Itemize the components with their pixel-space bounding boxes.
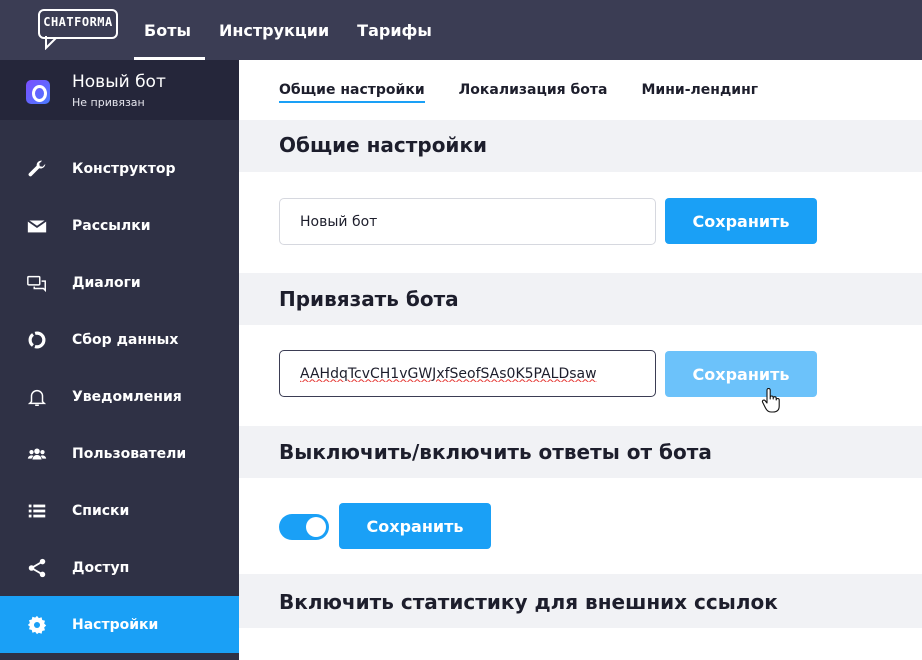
section-general-header: Общие настройки — [239, 120, 922, 172]
logo-bubble-tail-icon — [45, 36, 57, 50]
sidebar-item-dialogs[interactable]: Диалоги — [0, 254, 239, 311]
sidebar-item-label: Рассылки — [72, 217, 151, 234]
main-content: Общие настройки Локализация бота Мини-ле… — [239, 60, 922, 660]
save-token-button[interactable]: Сохранить — [665, 351, 817, 397]
nav-tariffs[interactable]: Тарифы — [343, 0, 446, 60]
sidebar-item-label: Диалоги — [72, 274, 141, 291]
bot-card[interactable]: Новый бот Не привязан — [0, 60, 239, 120]
section-title: Выключить/включить ответы от бота — [279, 440, 712, 464]
nav-bots[interactable]: Боты — [130, 0, 205, 60]
sidebar-item-label: Списки — [72, 502, 130, 519]
section-title: Включить статистику для внешних ссылок — [279, 590, 778, 614]
donut-chart-icon — [28, 331, 46, 349]
sidebar-item-access[interactable]: Доступ — [0, 539, 239, 596]
section-toggle-header: Выключить/включить ответы от бота — [239, 426, 922, 478]
envelope-icon — [27, 219, 47, 233]
sidebar-menu: Конструктор Рассылки Диалоги Сбор данных — [0, 140, 239, 653]
users-icon — [27, 448, 47, 460]
sidebar-item-label: Сбор данных — [72, 331, 179, 348]
sidebar-item-label: Конструктор — [72, 160, 176, 177]
save-toggle-button[interactable]: Сохранить — [339, 503, 491, 549]
list-icon — [28, 504, 46, 518]
sidebar: Новый бот Не привязан Конструктор Рассыл… — [0, 60, 239, 660]
settings-tabs: Общие настройки Локализация бота Мини-ле… — [279, 60, 792, 120]
sidebar-item-label: Пользователи — [72, 445, 187, 462]
bot-replies-toggle[interactable] — [279, 514, 329, 540]
tab-general-settings[interactable]: Общие настройки — [279, 60, 425, 120]
section-stats-header: Включить статистику для внешних ссылок — [239, 574, 922, 628]
sidebar-item-settings[interactable]: Настройки — [0, 596, 239, 653]
sidebar-item-label: Доступ — [72, 559, 130, 576]
chatforma-logo[interactable]: CHATFORMA — [38, 9, 118, 51]
sidebar-item-users[interactable]: Пользователи — [0, 425, 239, 482]
top-navigation-bar: CHATFORMA Боты Инструкции Тарифы — [0, 0, 922, 60]
bot-status: Не привязан — [72, 96, 145, 109]
section-title: Общие настройки — [279, 133, 488, 157]
tab-mini-landing[interactable]: Мини-лендинг — [642, 60, 759, 120]
chat-bubbles-icon — [27, 275, 46, 293]
sidebar-item-data-collection[interactable]: Сбор данных — [0, 311, 239, 368]
bot-name: Новый бот — [72, 72, 166, 92]
top-nav: Боты Инструкции Тарифы — [130, 0, 446, 60]
sidebar-item-label: Настройки — [72, 616, 159, 633]
logo-text: CHATFORMA — [43, 15, 113, 29]
sidebar-item-notifications[interactable]: Уведомления — [0, 368, 239, 425]
bell-icon — [27, 389, 47, 406]
hand-pointer-cursor-icon — [761, 388, 780, 413]
section-title: Привязать бота — [279, 287, 459, 311]
tab-localization[interactable]: Локализация бота — [459, 60, 608, 120]
sidebar-item-label: Уведомления — [72, 388, 182, 405]
gear-icon — [27, 615, 47, 635]
sidebar-item-mailings[interactable]: Рассылки — [0, 197, 239, 254]
save-bot-name-button[interactable]: Сохранить — [665, 198, 817, 244]
wrench-icon — [28, 160, 46, 177]
sidebar-item-lists[interactable]: Списки — [0, 482, 239, 539]
toggle-knob — [306, 517, 326, 537]
section-bind-header: Привязать бота — [239, 273, 922, 325]
bot-token-input[interactable] — [279, 350, 656, 397]
bot-name-input[interactable] — [279, 198, 656, 245]
share-icon — [28, 558, 46, 578]
bot-avatar — [26, 80, 50, 104]
sidebar-item-constructor[interactable]: Конструктор — [0, 140, 239, 197]
nav-instructions[interactable]: Инструкции — [205, 0, 343, 60]
